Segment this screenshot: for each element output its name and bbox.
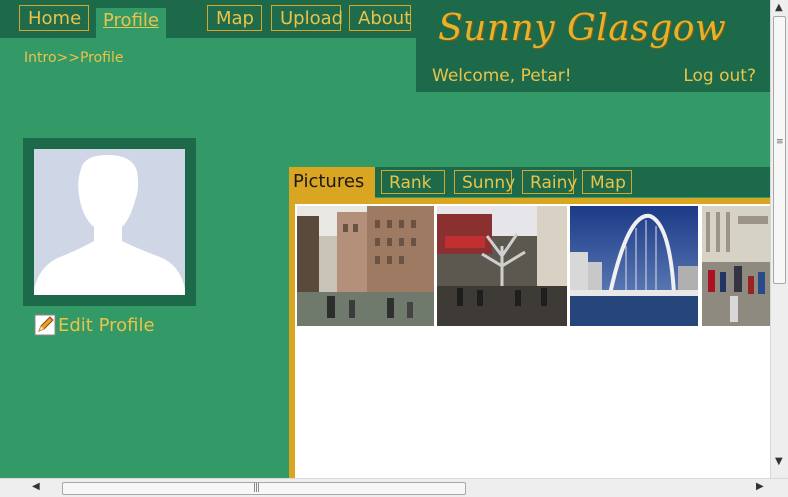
scroll-left-arrow-icon[interactable]: ◀ bbox=[32, 481, 40, 492]
photo-thumbnail[interactable] bbox=[702, 206, 770, 326]
pencil-icon bbox=[34, 314, 56, 336]
tab-sunny[interactable]: Sunny bbox=[454, 170, 515, 194]
scroll-up-arrow-icon[interactable]: ▲ bbox=[775, 2, 783, 13]
nav-home-button[interactable]: Home bbox=[19, 5, 89, 31]
tab-rainy[interactable]: Rainy bbox=[522, 170, 577, 194]
photo-thumbnail[interactable] bbox=[437, 206, 567, 326]
grip-icon: ≡ bbox=[776, 137, 783, 147]
photo-thumbnail[interactable] bbox=[297, 206, 434, 326]
pictures-panel bbox=[289, 198, 770, 478]
tab-rank[interactable]: Rank bbox=[381, 170, 445, 194]
header-panel: Sunny Glasgow Welcome, Petar! Log out? bbox=[416, 0, 770, 92]
nav-about-button[interactable]: About bbox=[349, 5, 411, 31]
horizontal-scroll-thumb[interactable]: ||| bbox=[62, 482, 466, 495]
avatar bbox=[34, 149, 185, 295]
welcome-text: Welcome, Petar! bbox=[432, 66, 572, 86]
scroll-right-arrow-icon[interactable]: ▶ bbox=[756, 481, 764, 492]
nav-map-button[interactable]: Map bbox=[207, 5, 262, 31]
pictures-gallery bbox=[295, 204, 770, 478]
vertical-scrollbar[interactable]: ▲ ≡ ▼ bbox=[770, 0, 788, 478]
tab-map[interactable]: Map bbox=[582, 170, 632, 194]
nav-profile-button[interactable]: Profile bbox=[96, 8, 166, 38]
edit-profile-label: Edit Profile bbox=[58, 314, 155, 336]
page-viewport: Home Profile Map Upload About Intro>>Pro… bbox=[0, 0, 770, 478]
photo-thumbnail[interactable] bbox=[570, 206, 698, 326]
tab-pictures[interactable]: Pictures bbox=[289, 167, 375, 200]
site-title: Sunny Glasgow bbox=[438, 8, 727, 49]
grip-icon: ||| bbox=[253, 483, 260, 493]
breadcrumb[interactable]: Intro>>Profile bbox=[24, 50, 124, 66]
horizontal-scrollbar[interactable]: ◀ ||| ▶ bbox=[0, 478, 788, 497]
logout-link[interactable]: Log out? bbox=[683, 66, 756, 86]
avatar-frame bbox=[23, 138, 196, 306]
avatar-silhouette-icon bbox=[34, 155, 185, 295]
nav-upload-button[interactable]: Upload bbox=[271, 5, 343, 31]
scroll-down-arrow-icon[interactable]: ▼ bbox=[775, 456, 783, 467]
edit-profile-link[interactable]: Edit Profile bbox=[34, 314, 155, 336]
vertical-scroll-thumb[interactable]: ≡ bbox=[773, 16, 786, 284]
